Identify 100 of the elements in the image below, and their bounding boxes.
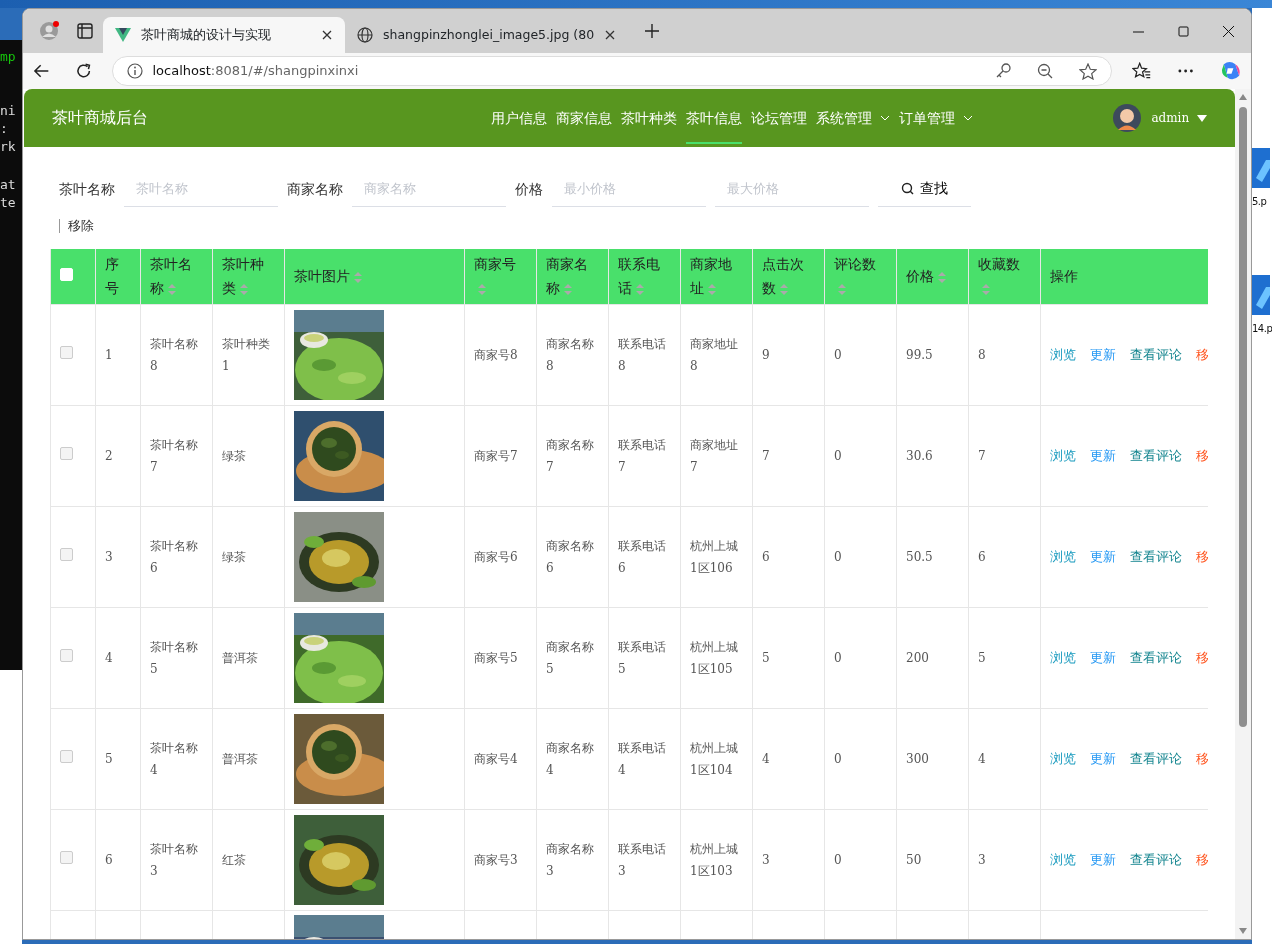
table-cell: 茶叶名称7 [150, 438, 198, 474]
action-link[interactable]: 浏览 [1050, 549, 1076, 564]
close-icon[interactable] [1223, 25, 1234, 37]
row-checkbox[interactable] [60, 649, 73, 662]
table-cell: 茶叶名称3 [150, 842, 198, 878]
nav-item[interactable]: 论坛管理 [751, 92, 808, 144]
action-link[interactable]: 浏览 [1050, 852, 1076, 867]
action-link[interactable]: 查看评论 [1130, 347, 1182, 362]
row-checkbox[interactable] [60, 851, 73, 864]
action-link[interactable]: 浏览 [1050, 347, 1076, 362]
column-header[interactable]: 操作 [1050, 264, 1078, 289]
field-label: 商家名称 [287, 179, 343, 199]
action-link[interactable]: 浏览 [1050, 650, 1076, 665]
site-title: 茶叶商城后台 [52, 107, 148, 129]
table-cell: 0 [834, 550, 842, 564]
nav-item[interactable]: 订单管理 [899, 92, 974, 144]
profile-icon[interactable] [38, 20, 60, 42]
table-cell: 300 [906, 752, 929, 766]
action-link[interactable]: 查看评论 [1130, 448, 1182, 463]
table-cell: 商家号5 [474, 651, 518, 665]
table-cell: 商家号6 [474, 550, 518, 564]
table-cell: 5 [762, 651, 770, 665]
file-icon[interactable] [1252, 275, 1270, 315]
table-cell: 9 [762, 348, 770, 362]
file-icon[interactable] [1252, 148, 1270, 188]
remove-button[interactable]: 移除 [59, 219, 94, 233]
table-cell: 茶叶名称8 [150, 337, 198, 373]
table-cell: 商家地址8 [690, 337, 738, 373]
scrollbar[interactable] [1235, 89, 1251, 939]
nav-item[interactable]: 系统管理 [816, 92, 891, 144]
sort-icon [838, 283, 846, 295]
sort-icon [636, 283, 644, 295]
browser-tab[interactable]: 茶叶商城的设计与实现 [103, 17, 345, 53]
copilot-icon[interactable] [1219, 60, 1241, 82]
action-link[interactable]: 查看评论 [1130, 549, 1182, 564]
sort-icon [938, 271, 946, 283]
nav-item[interactable]: 商家信息 [556, 92, 613, 144]
scroll-thumb[interactable] [1239, 107, 1247, 727]
action-link[interactable]: 更新 [1090, 650, 1116, 665]
action-link[interactable]: 移 [1196, 852, 1208, 867]
table-cell: 99.5 [906, 348, 933, 362]
table-cell: 1 [105, 348, 113, 362]
maximize-icon[interactable] [1178, 25, 1189, 37]
table-cell: 茶叶种类1 [222, 337, 270, 373]
terminal-text: rk [0, 138, 17, 156]
close-icon[interactable] [604, 29, 617, 41]
nav-item[interactable]: 茶叶种类 [621, 92, 678, 144]
table-cell: 商家号8 [474, 348, 518, 362]
action-link[interactable]: 查看评论 [1130, 751, 1182, 766]
file-name[interactable]: 14.p [1252, 321, 1272, 336]
zoom-out-icon[interactable] [1036, 63, 1053, 79]
action-link[interactable]: 浏览 [1050, 448, 1076, 463]
action-link[interactable]: 更新 [1090, 347, 1116, 362]
select-all-checkbox[interactable] [60, 268, 73, 282]
table-cell: 4 [105, 651, 113, 665]
action-link[interactable]: 移 [1196, 650, 1208, 665]
sort-icon [168, 283, 176, 295]
column-header[interactable]: 茶叶图片 [294, 264, 362, 289]
action-link[interactable]: 移 [1196, 448, 1208, 463]
url-text: localhost:8081/#/shangpinxinxi [152, 62, 359, 81]
action-link[interactable]: 查看评论 [1130, 852, 1182, 867]
table-cell: 杭州上城1区106 [690, 539, 738, 575]
address-bar[interactable]: localhost:8081/#/shangpinxinxi [111, 56, 1112, 86]
row-checkbox[interactable] [60, 548, 73, 561]
row-checkbox[interactable] [60, 447, 73, 460]
scroll-down-icon[interactable] [1238, 927, 1248, 935]
row-checkbox[interactable] [60, 346, 73, 359]
nav-item[interactable]: 茶叶信息 [686, 92, 743, 144]
action-link[interactable]: 查看评论 [1130, 650, 1182, 665]
user-menu[interactable]: admin [1151, 109, 1207, 127]
close-icon[interactable] [321, 29, 333, 41]
table-cell: 绿茶 [222, 449, 246, 463]
action-link[interactable]: 更新 [1090, 549, 1116, 564]
row-checkbox[interactable] [60, 750, 73, 763]
favorites-icon[interactable] [1131, 62, 1151, 80]
table-cell: 普洱茶 [222, 752, 258, 766]
new-tab-icon[interactable] [644, 23, 661, 39]
file-name[interactable]: 5.p [1252, 194, 1267, 209]
sort-icon [780, 283, 788, 295]
sort-icon [564, 283, 572, 295]
table-cell: 0 [834, 348, 842, 362]
action-link[interactable]: 移 [1196, 751, 1208, 766]
star-icon[interactable] [1078, 62, 1097, 80]
action-link[interactable]: 更新 [1090, 448, 1116, 463]
avatar[interactable] [1113, 104, 1142, 132]
nav-item[interactable]: 用户信息 [491, 92, 548, 144]
action-link[interactable]: 浏览 [1050, 751, 1076, 766]
sidebar-icon[interactable] [77, 23, 93, 39]
action-link[interactable]: 更新 [1090, 751, 1116, 766]
table-cell: 商家号4 [474, 752, 518, 766]
action-link[interactable]: 移 [1196, 347, 1208, 362]
table-cell: 0 [834, 752, 842, 766]
browser-tab[interactable]: shangpinzhonglei_image5.jpg (80 [345, 17, 629, 53]
table-cell: 联系电话7 [618, 438, 666, 474]
scroll-up-icon[interactable] [1238, 93, 1248, 101]
info-icon[interactable] [126, 63, 143, 79]
action-link[interactable]: 更新 [1090, 852, 1116, 867]
back-icon[interactable] [33, 62, 51, 80]
key-icon[interactable] [994, 63, 1011, 79]
action-link[interactable]: 移 [1196, 549, 1208, 564]
